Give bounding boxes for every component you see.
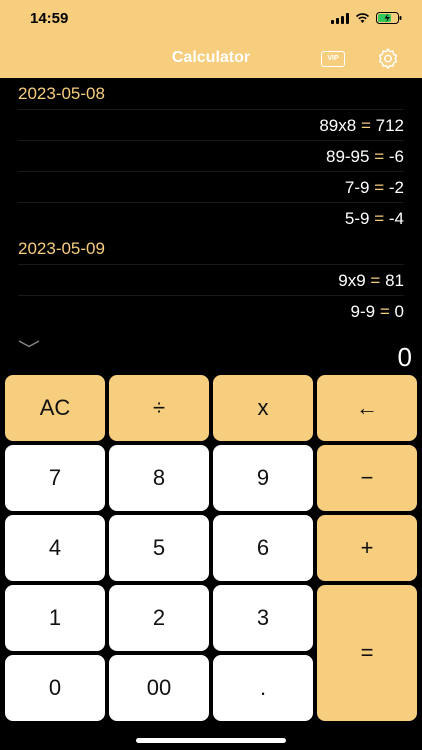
history-result: 81 [385,271,404,290]
history-result: -4 [388,209,404,228]
signal-icon [331,12,349,24]
digit-2-button[interactable]: 2 [109,585,209,651]
history-expression: 9-9 [350,302,376,321]
history-result: 0 [394,302,404,321]
minus-button[interactable]: − [317,445,417,511]
history-equals: = [379,302,390,321]
history-expression: 7-9 [344,178,370,197]
multiply-button[interactable]: x [213,375,313,441]
digit-1-button[interactable]: 1 [5,585,105,651]
digit-7-button[interactable]: 7 [5,445,105,511]
history-entry[interactable]: 89x8 = 712 [18,109,404,140]
page-title: Calculator [171,49,251,66]
history-entry[interactable]: 5-9 = -4 [18,202,404,233]
double-zero-button[interactable]: 00 [109,655,209,721]
history-expression: 89-95 [325,147,370,166]
wifi-icon [355,12,370,23]
digit-3-button[interactable]: 3 [213,585,313,651]
digit-5-button[interactable]: 5 [109,515,209,581]
history-list[interactable]: 2023-05-08 89x8 = 712 89-95 = -6 7-9 = -… [0,78,422,326]
divide-button[interactable]: ÷ [109,375,209,441]
history-entry[interactable]: 9-9 = 0 [18,295,404,326]
history-expression: 89x8 [319,116,357,135]
digit-6-button[interactable]: 6 [213,515,313,581]
history-result: -6 [388,147,404,166]
home-indicator[interactable] [136,738,286,743]
keypad: AC ÷ x ← 7 8 9 − 4 5 6 + 1 2 3 = 0 00 . [0,373,422,750]
plus-button[interactable]: + [317,515,417,581]
history-equals: = [370,271,381,290]
result-display: 0 [397,342,412,372]
status-icons [331,12,402,24]
history-equals: = [374,209,385,228]
digit-9-button[interactable]: 9 [213,445,313,511]
history-entry[interactable]: 89-95 = -6 [18,140,404,171]
history-expression: 5-9 [344,209,370,228]
digit-4-button[interactable]: 4 [5,515,105,581]
history-entry[interactable]: 7-9 = -2 [18,171,404,202]
history-expression: 9x9 [338,271,366,290]
history-entry[interactable]: 9x9 = 81 [18,264,404,295]
history-equals: = [374,178,385,197]
vip-icon[interactable]: VIP [321,51,345,67]
digit-8-button[interactable]: 8 [109,445,209,511]
equals-button[interactable]: = [317,585,417,721]
history-equals: = [360,116,371,135]
digit-0-button[interactable]: 0 [5,655,105,721]
clear-button[interactable]: AC [5,375,105,441]
battery-charging-icon [376,12,402,24]
history-date: 2023-05-08 [18,84,105,103]
history-equals: = [374,147,385,166]
gear-icon[interactable] [376,47,400,71]
history-result: -2 [388,178,404,197]
backspace-button[interactable]: ← [317,375,417,441]
chevron-down-icon[interactable] [17,338,41,350]
decimal-point-button[interactable]: . [213,655,313,721]
history-result: 712 [375,116,404,135]
header-bar: 14:59 Calculator VIP [0,0,422,78]
status-time: 14:59 [30,10,69,27]
history-date: 2023-05-09 [18,239,105,258]
